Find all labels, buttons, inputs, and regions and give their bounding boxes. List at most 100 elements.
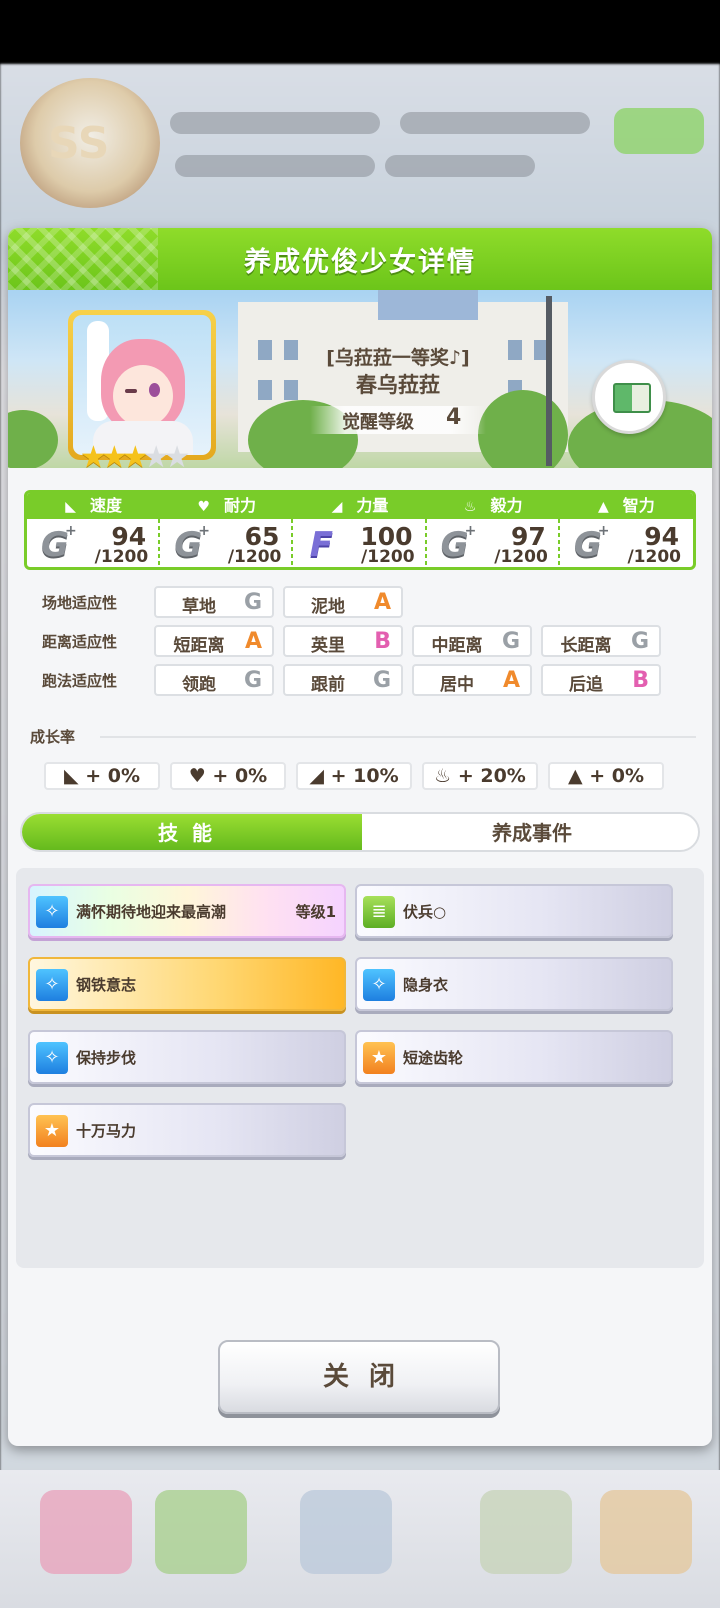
stats-panel: ◣ 速度 G +94/1200 ♥ 耐力 G +65/1200 ◢ 力量 F 100/1200 ♨ 毅力 G… — [24, 490, 696, 570]
building-window — [258, 340, 272, 360]
stat-header: ♨ 毅力 — [426, 493, 560, 519]
profile-book-button[interactable] — [592, 360, 666, 434]
building-window — [508, 340, 522, 360]
heart-icon: ♥ — [197, 499, 211, 515]
skill-item[interactable]: ≣ 伏兵○ — [355, 884, 673, 938]
aptitude-track-0: 草地 G — [154, 586, 274, 618]
aptitude-grade: A — [373, 590, 391, 615]
character-banner: ★★★★★ [乌菈菈一等奖♪] 春乌菈菈 觉醒等级 4 — [8, 290, 712, 468]
growth-divider — [100, 736, 696, 738]
background-bar — [175, 155, 375, 177]
growth-rate-0: ◣ + 0% — [44, 762, 160, 790]
star-rating: ★★★★★ — [80, 440, 191, 468]
stat-grade-plus: + — [597, 523, 610, 539]
flame-icon: ♨ — [463, 499, 477, 515]
stat-header: ◢ 力量 — [293, 493, 427, 519]
muscle-icon: ◢ — [309, 765, 331, 787]
aptitude-grade: B — [632, 668, 649, 693]
background-menu-icon — [600, 1490, 692, 1574]
aptitude-distance-2: 中距离 G — [412, 625, 532, 657]
aptitude-grade: G — [243, 668, 262, 693]
aptitude-name: 跟前 — [311, 675, 345, 695]
stat-max: /1200 — [494, 547, 548, 567]
aptitude-name: 长距离 — [560, 636, 612, 656]
star-filled-icon: ★ — [100, 440, 128, 468]
skill-item[interactable]: ✧ 满怀期待地迎来最高潮 等级1 — [28, 884, 346, 938]
stat-3: ♨ 毅力 G +97/1200 — [426, 493, 560, 567]
aptitude-grade: B — [374, 629, 391, 654]
aptitude-name: 后追 — [569, 675, 603, 695]
growth-rate-3: ♨ + 20% — [422, 762, 538, 790]
aptitude-distance-0: 短距离 A — [154, 625, 274, 657]
sparkle-icon: ✧ — [363, 969, 395, 1001]
stat-label: 智力 — [622, 496, 655, 515]
stat-2: ◢ 力量 F 100/1200 — [293, 493, 427, 567]
skill-item[interactable]: ✧ 保持步伐 — [28, 1030, 346, 1084]
background-menu-icon — [300, 1490, 392, 1574]
stat-label: 毅力 — [490, 496, 523, 515]
dialog-title: 养成优俊少女详情 — [244, 247, 476, 278]
aptitude-style-3: 后追 B — [541, 664, 661, 696]
portrait-image — [73, 315, 211, 455]
skill-item[interactable]: ★ 短途齿轮 — [355, 1030, 673, 1084]
stat-grade-plus: + — [464, 523, 477, 539]
character-name: 春乌菈菈 — [356, 373, 440, 397]
background-bar — [170, 112, 380, 134]
shoe-icon: ◣ — [63, 765, 86, 787]
aptitude-distance-3: 长距离 G — [541, 625, 661, 657]
status-bar — [0, 0, 720, 64]
star-filled-icon: ★ — [80, 440, 107, 468]
background-bar — [385, 155, 535, 177]
dialog-header: 养成优俊少女详情 — [8, 228, 712, 290]
portrait-eye — [125, 389, 137, 393]
card-subtitle: [乌菈菈一等奖♪] — [326, 347, 470, 369]
skill-name: 伏兵○ — [403, 903, 447, 921]
background-menu-icon — [480, 1490, 572, 1574]
skill-item[interactable]: ★ 十万马力 — [28, 1103, 346, 1157]
building-window — [284, 340, 298, 360]
awakening-level: 4 — [446, 405, 462, 430]
tab-events[interactable]: 养成事件 — [362, 814, 698, 850]
skill-item[interactable]: ✧ 隐身衣 — [355, 957, 673, 1011]
aptitude-name: 草地 — [182, 597, 216, 617]
aptitude-name: 中距离 — [431, 636, 483, 656]
star-empty-icon: ★ — [163, 440, 191, 468]
sparkle-icon: ✧ — [36, 1042, 68, 1074]
umamusume-detail-dialog: 养成优俊少女详情 ★★★★★ [乌菈菈一等奖♪] 春乌菈菈 觉醒等级 4 ◣ 速… — [8, 228, 712, 1446]
skill-list-panel: ✧ 满怀期待地迎来最高潮 等级1 ≣ 伏兵○ ✧ 钢铁意志 ✧ 隐身衣 ✧ 保持步伐 ★ 短途齿轮 ★ 十万… — [16, 868, 704, 1268]
stat-max: /1200 — [361, 547, 415, 567]
tab-skills[interactable]: 技能 — [22, 814, 362, 850]
aptitude-distance-1: 英里 B — [283, 625, 403, 657]
stat-grade: F — [309, 525, 333, 565]
star-filled-icon: ★ — [121, 440, 149, 468]
sparkle-icon: ✧ — [36, 896, 68, 928]
stat-0: ◣ 速度 G +94/1200 — [27, 493, 161, 567]
skill-name: 保持步伐 — [76, 1049, 137, 1067]
portrait-face — [113, 365, 173, 427]
card-icon: ≣ — [363, 896, 395, 928]
growth-value: + 10% — [330, 765, 399, 787]
star-empty-icon: ★ — [142, 440, 170, 468]
school-roof — [378, 290, 478, 320]
runner-icon: ★ — [363, 1042, 395, 1074]
close-button[interactable]: 关闭 — [218, 1340, 500, 1414]
stat-max: /1200 — [227, 547, 282, 567]
tab-bar: 技能 养成事件 — [20, 812, 700, 852]
growth-rate-4: ▲ + 0% — [548, 762, 664, 790]
aptitude-name: 短距离 — [173, 636, 225, 656]
growth-value: + 0% — [212, 765, 268, 787]
graduation-cap-icon: ▲ — [597, 499, 609, 515]
skill-name: 钢铁意志 — [76, 976, 137, 994]
heart-icon: ♥ — [188, 765, 213, 787]
portrait-eye — [149, 383, 160, 397]
growth-rate-1: ♥ + 0% — [170, 762, 286, 790]
stat-label: 耐力 — [224, 496, 257, 515]
aptitude-grade: G — [372, 668, 391, 693]
stat-label: 力量 — [356, 496, 389, 515]
aptitude-label-track: 场地适应性 — [42, 594, 118, 612]
background-bar — [400, 112, 590, 134]
stat-max: /1200 — [94, 547, 149, 567]
growth-value: + 0% — [589, 765, 645, 787]
character-portrait[interactable] — [68, 310, 216, 460]
skill-item[interactable]: ✧ 钢铁意志 — [28, 957, 346, 1011]
